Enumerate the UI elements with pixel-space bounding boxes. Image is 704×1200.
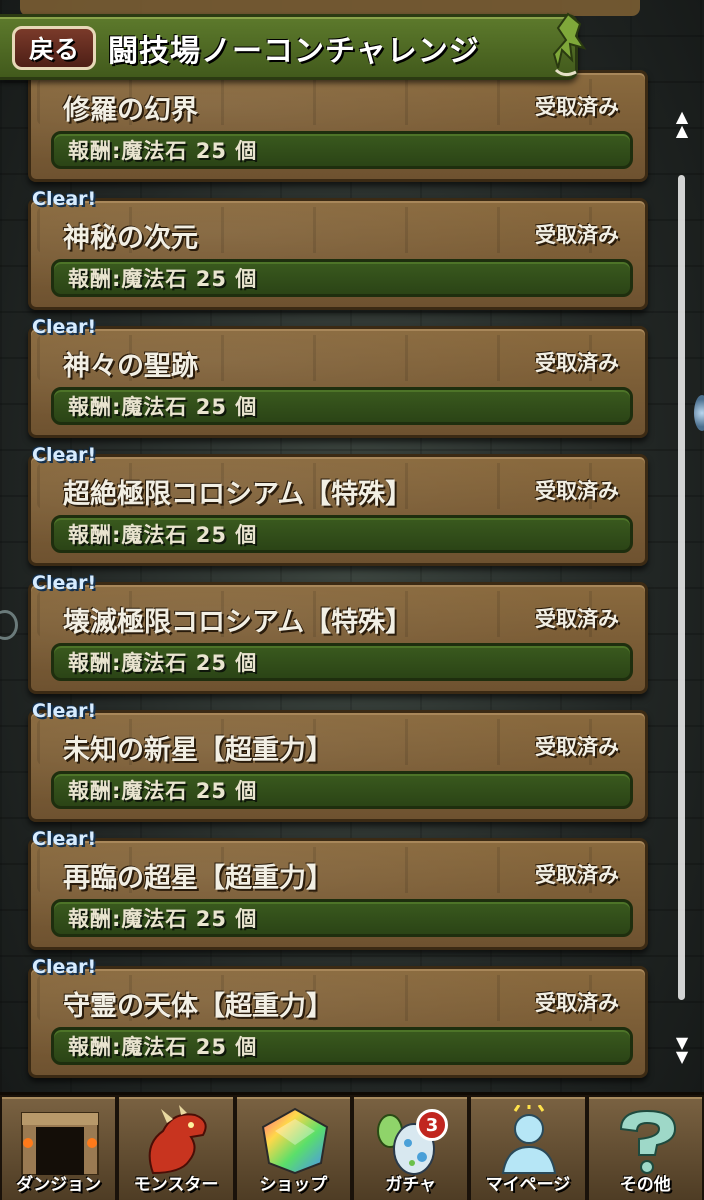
clear-label: Clear! [32,828,97,850]
claimed-status: 受取済み [535,351,619,375]
reward-bar: 報酬:魔法石 25 個 [51,643,633,681]
claimed-status: 受取済み [535,863,619,887]
dragon-wing-icon [552,12,587,77]
quest-panel: 神秘の次元 受取済み 報酬:魔法石 25 個 [28,198,648,310]
claimed-status: 受取済み [535,991,619,1015]
quest-name: 未知の新星【超重力】 [63,735,333,766]
quest-item[interactable]: 守霊の天体【超重力】 受取済み 報酬:魔法石 25 個 Clear! [28,956,648,1078]
quest-item[interactable]: 壊滅極限コロシアム【特殊】 受取済み 報酬:魔法石 25 個 Clear! [28,572,648,694]
notification-badge: 3 [415,1109,448,1141]
nav-label: ショップ [259,1175,328,1195]
scroll-top-icon[interactable]: ▲ ▲ [672,109,692,139]
claimed-status: 受取済み [535,607,619,631]
quest-item[interactable]: 未知の新星【超重力】 受取済み 報酬:魔法石 25 個 Clear! [28,700,648,822]
scrollbar-thumb[interactable] [678,175,685,1000]
red-dragon-icon [149,1105,207,1175]
quest-panel: 再臨の超星【超重力】 受取済み 報酬:魔法石 25 個 [28,838,648,950]
reward-bar: 報酬:魔法石 25 個 [51,259,633,297]
claimed-status: 受取済み [535,479,619,503]
bottom-navigation: ダンジョン モンスター ショップ 3 ガチャ マイページ その他 [0,1092,704,1200]
quest-panel: 超絶極限コロシアム【特殊】 受取済み 報酬:魔法石 25 個 [28,454,648,566]
clear-label: Clear! [32,700,97,722]
reward-text: 報酬:魔法石 25 個 [68,267,258,291]
scroll-bottom-icon[interactable]: ▼ ▼ [672,1035,692,1065]
back-button[interactable]: 戻る [12,26,96,70]
quest-panel: 壊滅極限コロシアム【特殊】 受取済み 報酬:魔法石 25 個 [28,582,648,694]
quest-panel: 神々の聖跡 受取済み 報酬:魔法石 25 個 [28,326,648,438]
claimed-status: 受取済み [535,735,619,759]
nav-mypage[interactable]: マイページ [469,1095,587,1200]
quest-panel: 修羅の幻界 受取済み 報酬:魔法石 25 個 [28,70,648,182]
reward-bar: 報酬:魔法石 25 個 [51,899,633,937]
reward-text: 報酬:魔法石 25 個 [68,139,258,163]
reward-text: 報酬:魔法石 25 個 [68,523,258,547]
reward-bar: 報酬:魔法石 25 個 [51,1027,633,1065]
nav-label: ダンジョン [16,1175,102,1195]
clear-label: Clear! [32,572,97,594]
clear-label: Clear! [32,444,97,466]
quest-item[interactable]: 超絶極限コロシアム【特殊】 受取済み 報酬:魔法石 25 個 Clear! [28,444,648,566]
nav-label: その他 [619,1175,671,1195]
reward-bar: 報酬:魔法石 25 個 [51,771,633,809]
quest-name: 超絶極限コロシアム【特殊】 [63,479,413,510]
rainbow-gem-icon [261,1107,328,1175]
quest-list[interactable]: 修羅の幻界 受取済み 報酬:魔法石 25 個 神秘の次元 受取済み 報酬:魔法石… [0,0,704,1095]
reward-bar: 報酬:魔法石 25 個 [51,131,633,169]
reward-bar: 報酬:魔法石 25 個 [51,515,633,553]
player-icon [502,1105,557,1174]
question-mark-icon [619,1109,676,1174]
clear-label: Clear! [32,188,97,210]
reward-text: 報酬:魔法石 25 個 [68,907,258,931]
nav-dungeon[interactable]: ダンジョン [0,1095,118,1200]
claimed-status: 受取済み [535,223,619,247]
nav-shop[interactable]: ショップ [234,1095,352,1200]
reward-text: 報酬:魔法石 25 個 [68,395,258,419]
quest-item[interactable]: 再臨の超星【超重力】 受取済み 報酬:魔法石 25 個 Clear! [28,828,648,950]
claimed-status: 受取済み [535,95,619,119]
quest-name: 守霊の天体【超重力】 [63,991,333,1022]
quest-name: 壊滅極限コロシアム【特殊】 [63,607,413,638]
nav-label: ガチャ [385,1175,437,1195]
quest-item[interactable]: 神秘の次元 受取済み 報酬:魔法石 25 個 Clear! [28,188,648,310]
reward-bar: 報酬:魔法石 25 個 [51,387,633,425]
nav-other[interactable]: その他 [586,1095,704,1200]
quest-item[interactable]: 修羅の幻界 受取済み 報酬:魔法石 25 個 [28,70,648,182]
quest-item[interactable]: 神々の聖跡 受取済み 報酬:魔法石 25 個 Clear! [28,316,648,438]
quest-name: 再臨の超星【超重力】 [63,863,333,894]
clear-label: Clear! [32,956,97,978]
nav-label: モンスター [133,1175,219,1195]
dungeon-gate-icon [21,1112,99,1175]
quest-name: 修羅の幻界 [63,95,198,126]
nav-monster[interactable]: モンスター [117,1095,235,1200]
quest-name: 神秘の次元 [63,223,198,254]
quest-name: 神々の聖跡 [63,351,198,382]
reward-text: 報酬:魔法石 25 個 [68,651,258,675]
nav-label: マイページ [485,1175,571,1195]
quest-panel: 未知の新星【超重力】 受取済み 報酬:魔法石 25 個 [28,710,648,822]
page-title: 闘技場ノーコンチャレンジ [108,34,480,69]
reward-text: 報酬:魔法石 25 個 [68,779,258,803]
quest-panel: 守霊の天体【超重力】 受取済み 報酬:魔法石 25 個 [28,966,648,1078]
reward-text: 報酬:魔法石 25 個 [68,1035,258,1059]
nav-gacha[interactable]: 3 ガチャ [351,1095,470,1200]
clear-label: Clear! [32,316,97,338]
